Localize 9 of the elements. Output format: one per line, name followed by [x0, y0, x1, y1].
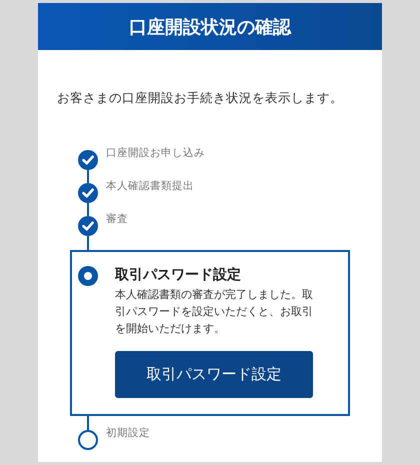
- step-label: 審査: [106, 212, 128, 226]
- page-title: 口座開設状況の確認: [129, 16, 291, 38]
- set-password-button[interactable]: 取引パスワード設定: [115, 351, 313, 398]
- step-title: 取引パスワード設定: [115, 266, 242, 284]
- intro-text: お客さまの口座開設お手続き状況を表示します。: [57, 90, 344, 106]
- step-description: 本人確認書類の審査が完了しました。取引パスワードを設定いただくと、お取引を開始いただけます。: [115, 287, 314, 337]
- step-label: 本人確認書類提出: [106, 179, 194, 193]
- step-label: 口座開設お申し込み: [106, 146, 205, 160]
- step-label: 初期設定: [106, 426, 150, 440]
